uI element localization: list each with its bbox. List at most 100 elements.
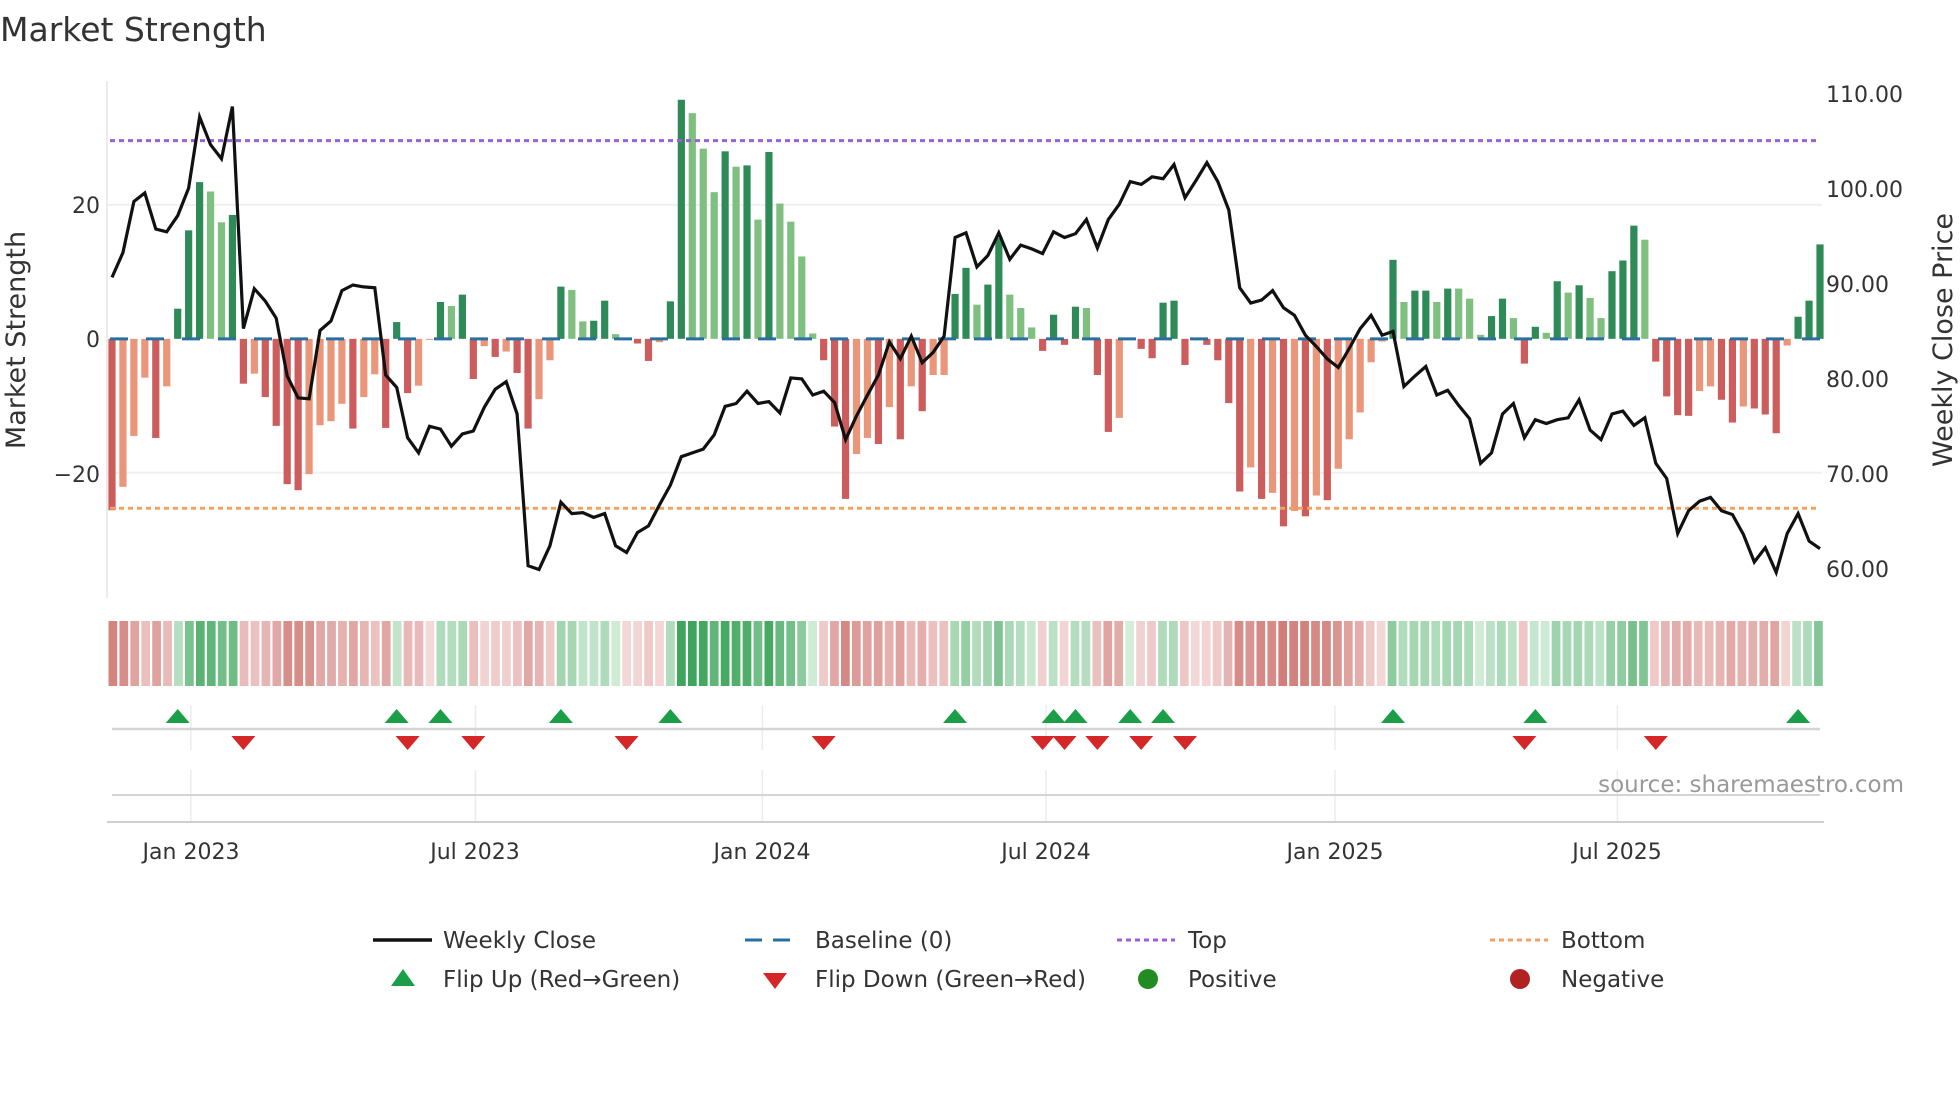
negative-strength-bar xyxy=(1652,338,1660,362)
strip-cell-positive xyxy=(797,621,807,686)
strip-cell-positive xyxy=(174,621,183,686)
right-tick-label: 70.00 xyxy=(1826,463,1889,488)
positive-strength-bar xyxy=(1071,306,1080,339)
strip-cell-negative xyxy=(655,621,664,686)
flip-down-marker xyxy=(614,736,639,750)
negative-strength-bar xyxy=(239,338,247,384)
negative-strength-bar xyxy=(360,338,368,398)
negative-strength-bar xyxy=(1115,338,1123,418)
legend-item-flip-down: Flip Down (Green→Red) xyxy=(763,967,1086,993)
strip-cell-negative xyxy=(1256,621,1266,686)
strip-cell-positive xyxy=(1562,621,1572,686)
triangle-down-icon xyxy=(763,973,787,989)
strip-cell-negative xyxy=(1212,621,1222,686)
strip-cell-negative xyxy=(108,621,118,686)
negative-strength-bar xyxy=(502,338,510,352)
strip-cell-negative xyxy=(1103,621,1113,686)
positive-strength-bar xyxy=(1028,327,1036,339)
flip-up-marker xyxy=(1786,709,1811,723)
positive-strength-bar xyxy=(1389,259,1397,339)
strip-cell-positive xyxy=(1048,621,1058,686)
negative-strength-bar xyxy=(371,338,379,375)
positive-strength-bar xyxy=(1805,300,1813,339)
strip-cell-negative xyxy=(1311,621,1320,686)
positive-strength-bar xyxy=(206,191,215,339)
negative-strength-bar xyxy=(841,338,850,499)
left-tick-label: −20 xyxy=(54,463,100,488)
negative-strength-bar xyxy=(1137,338,1145,349)
strip-cell-negative xyxy=(513,621,522,686)
strip-cell-negative xyxy=(939,621,949,686)
positive-strength-bar xyxy=(601,300,609,339)
legend-label: Negative xyxy=(1561,967,1664,993)
strip-cell-positive xyxy=(206,621,216,686)
strip-cell-negative xyxy=(1726,621,1736,686)
legend-label: Top xyxy=(1187,928,1227,954)
strip-cell-negative xyxy=(1770,621,1780,686)
positive-strength-bar xyxy=(568,289,576,339)
negative-strength-bar xyxy=(349,338,357,429)
negative-strength-bar xyxy=(327,338,335,422)
strip-cell-negative xyxy=(403,621,413,686)
right-tick-label: 60.00 xyxy=(1826,558,1889,583)
strip-cell-positive xyxy=(392,621,402,686)
strip-cell-positive xyxy=(1026,621,1036,686)
negative-strength-bar xyxy=(261,338,269,398)
strip-cell-positive xyxy=(720,621,730,686)
negative-strength-bar xyxy=(294,338,302,491)
strip-cell-negative xyxy=(370,621,380,686)
strip-cell-negative xyxy=(917,621,927,686)
strip-cell-negative xyxy=(633,621,643,686)
negative-strength-bar xyxy=(644,338,653,361)
flip-up-marker xyxy=(1381,709,1405,723)
strip-cell-negative xyxy=(841,621,850,686)
positive-strength-bar xyxy=(721,151,729,339)
legend-item-top: Top xyxy=(1117,928,1227,954)
flip-up-marker xyxy=(943,709,968,723)
negative-strength-bar xyxy=(141,338,149,378)
strip-cell-negative xyxy=(1704,621,1714,686)
positive-strength-bar xyxy=(776,203,784,339)
negative-strength-bar xyxy=(152,338,160,438)
negative-strength-bar xyxy=(1783,338,1791,346)
negative-strength-bar xyxy=(1739,338,1747,407)
positive-strength-bar xyxy=(195,182,204,339)
positive-strength-bar xyxy=(666,301,674,339)
strip-cell-positive xyxy=(1803,621,1812,686)
strip-cell-negative xyxy=(1136,621,1145,686)
negative-strength-bar xyxy=(1685,338,1693,416)
positive-strength-bar xyxy=(217,222,226,339)
strip-cell-positive xyxy=(185,621,194,686)
negative-strength-bar xyxy=(1236,338,1244,492)
negative-strength-bar xyxy=(469,338,477,380)
strip-cell-positive xyxy=(436,621,446,686)
flip-down-marker xyxy=(1512,736,1537,750)
positive-strength-bar xyxy=(688,113,696,339)
strip-cell-negative xyxy=(469,621,479,686)
strip-cell-negative xyxy=(534,621,544,686)
strip-cell-negative xyxy=(1278,621,1288,686)
positive-strength-bar xyxy=(185,230,193,339)
strip-cell-negative xyxy=(130,621,140,686)
negative-strength-bar xyxy=(1674,338,1682,416)
regime-strip xyxy=(108,621,1823,686)
positive-strength-bar xyxy=(973,304,981,339)
negative-strength-bar xyxy=(1706,338,1715,387)
negative-strength-bar xyxy=(535,338,543,400)
flip-up-marker xyxy=(384,709,409,723)
strip-cell-positive xyxy=(1387,621,1397,686)
strip-cell-positive xyxy=(1169,621,1178,686)
strip-cell-positive xyxy=(447,621,457,686)
strip-cell-negative xyxy=(359,621,369,686)
strip-cell-positive xyxy=(556,621,566,686)
negative-strength-bar xyxy=(119,338,127,487)
strip-cell-positive xyxy=(786,621,796,686)
strip-cell-positive xyxy=(1639,621,1648,686)
negative-strength-bar xyxy=(1663,338,1671,397)
strip-cell-negative xyxy=(294,621,304,686)
strip-cell-positive xyxy=(753,621,763,686)
strip-cell-negative xyxy=(1715,621,1725,686)
strip-cell-negative xyxy=(1092,621,1102,686)
strip-cell-negative xyxy=(1300,621,1309,686)
strip-cell-negative xyxy=(1682,621,1692,686)
